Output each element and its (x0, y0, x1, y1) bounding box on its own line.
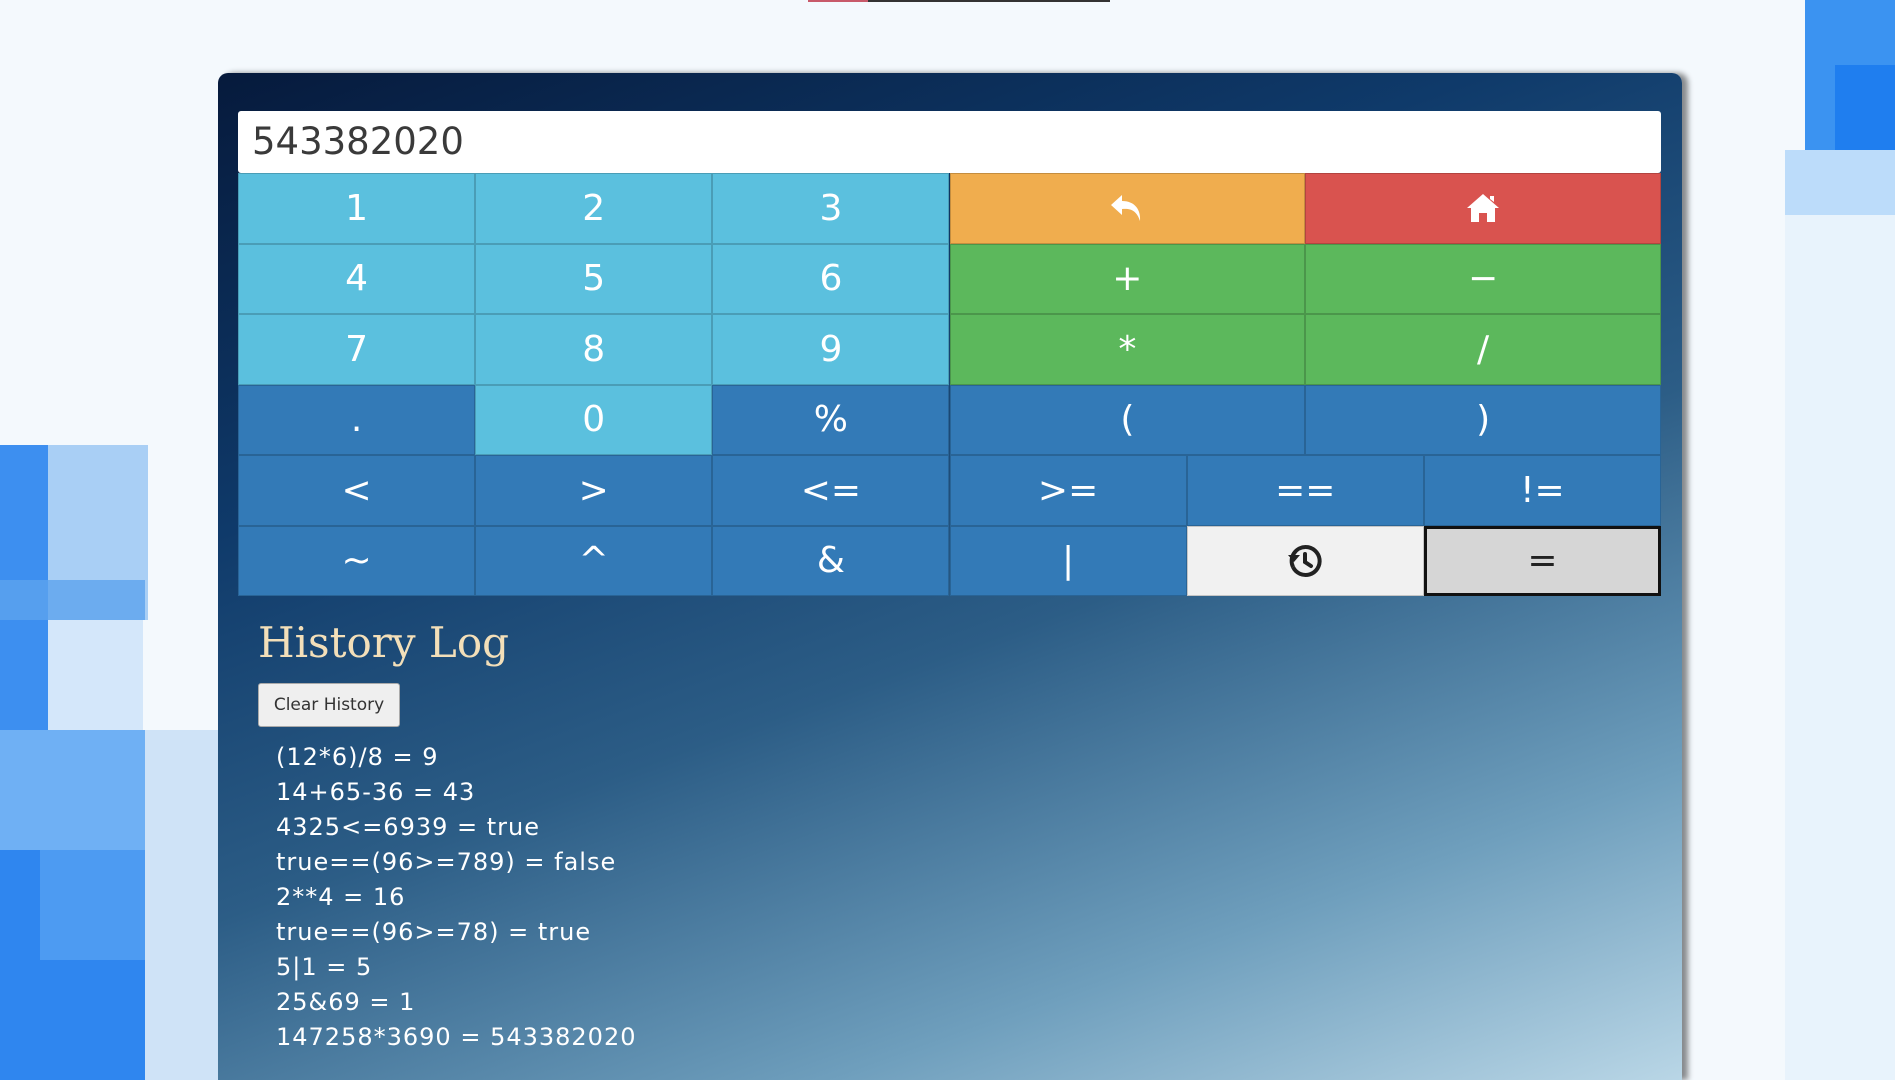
key-0[interactable]: 0 (475, 384, 713, 455)
key-1[interactable]: 1 (238, 173, 476, 244)
home-icon (1463, 188, 1503, 228)
key-equal-equal[interactable]: == (1186, 455, 1424, 526)
key-plus[interactable]: + (949, 243, 1306, 314)
undo-icon (1107, 188, 1147, 228)
key-divide[interactable]: / (1305, 314, 1661, 385)
history-entry: 2**4 = 16 (276, 883, 406, 911)
key-less-than[interactable]: < (238, 455, 476, 526)
key-5[interactable]: 5 (475, 243, 713, 314)
key-modulo[interactable]: % (712, 384, 950, 455)
equals-button[interactable]: = (1423, 525, 1661, 596)
history-entry: (12*6)/8 = 9 (276, 743, 439, 771)
key-close-paren[interactable]: ) (1305, 384, 1661, 455)
history-entry: true==(96>=789) = false (276, 848, 617, 876)
history-entry: 5|1 = 5 (276, 953, 373, 981)
key-9[interactable]: 9 (712, 314, 950, 385)
key-not-equal[interactable]: != (1423, 455, 1661, 526)
key-6[interactable]: 6 (712, 243, 950, 314)
clear-history-button[interactable]: Clear History (258, 683, 400, 727)
key-greater-equal[interactable]: >= (949, 455, 1187, 526)
key-open-paren[interactable]: ( (949, 384, 1306, 455)
key-less-equal[interactable]: <= (712, 455, 950, 526)
key-greater-than[interactable]: > (475, 455, 713, 526)
top-bar (808, 0, 1110, 2)
key-2[interactable]: 2 (475, 173, 713, 244)
history-entry: true==(96>=78) = true (276, 918, 592, 946)
history-entry: 14+65-36 = 43 (276, 778, 476, 806)
calculator-panel: 123 456+− 789*/.0%() <><=>===!= ~^&| = Histor… (218, 73, 1682, 1080)
key-3[interactable]: 3 (712, 173, 950, 244)
history-title: History Log (258, 618, 509, 667)
history-icon (1285, 541, 1325, 581)
calculator-display[interactable] (238, 111, 1661, 173)
history-list: (12*6)/8 = 9 14+65-36 = 43 4325<=6939 = tr… (276, 740, 637, 1055)
key-4[interactable]: 4 (238, 243, 476, 314)
home-button[interactable] (1305, 173, 1661, 244)
key-8[interactable]: 8 (475, 314, 713, 385)
key-bitwise-not[interactable]: ~ (238, 525, 476, 596)
key-multiply[interactable]: * (949, 314, 1306, 385)
key-xor[interactable]: ^ (475, 525, 713, 596)
key-or[interactable]: | (949, 525, 1187, 596)
key-7[interactable]: 7 (238, 314, 476, 385)
key-decimal[interactable]: . (238, 384, 476, 455)
history-entry: 25&69 = 1 (276, 988, 416, 1016)
history-entry: 4325<=6939 = true (276, 813, 540, 841)
backspace-button[interactable] (949, 173, 1306, 244)
key-and[interactable]: & (712, 525, 950, 596)
history-entry: 147258*3690 = 543382020 (276, 1023, 637, 1051)
keypad: 1 2 3 4 5 6 + − 7 8 9 * /. 0%() < > <= >= == != ~ ^ & | = (238, 173, 1661, 596)
history-button[interactable] (1186, 525, 1424, 596)
key-minus[interactable]: − (1305, 243, 1661, 314)
top-bar-accent (808, 0, 868, 2)
